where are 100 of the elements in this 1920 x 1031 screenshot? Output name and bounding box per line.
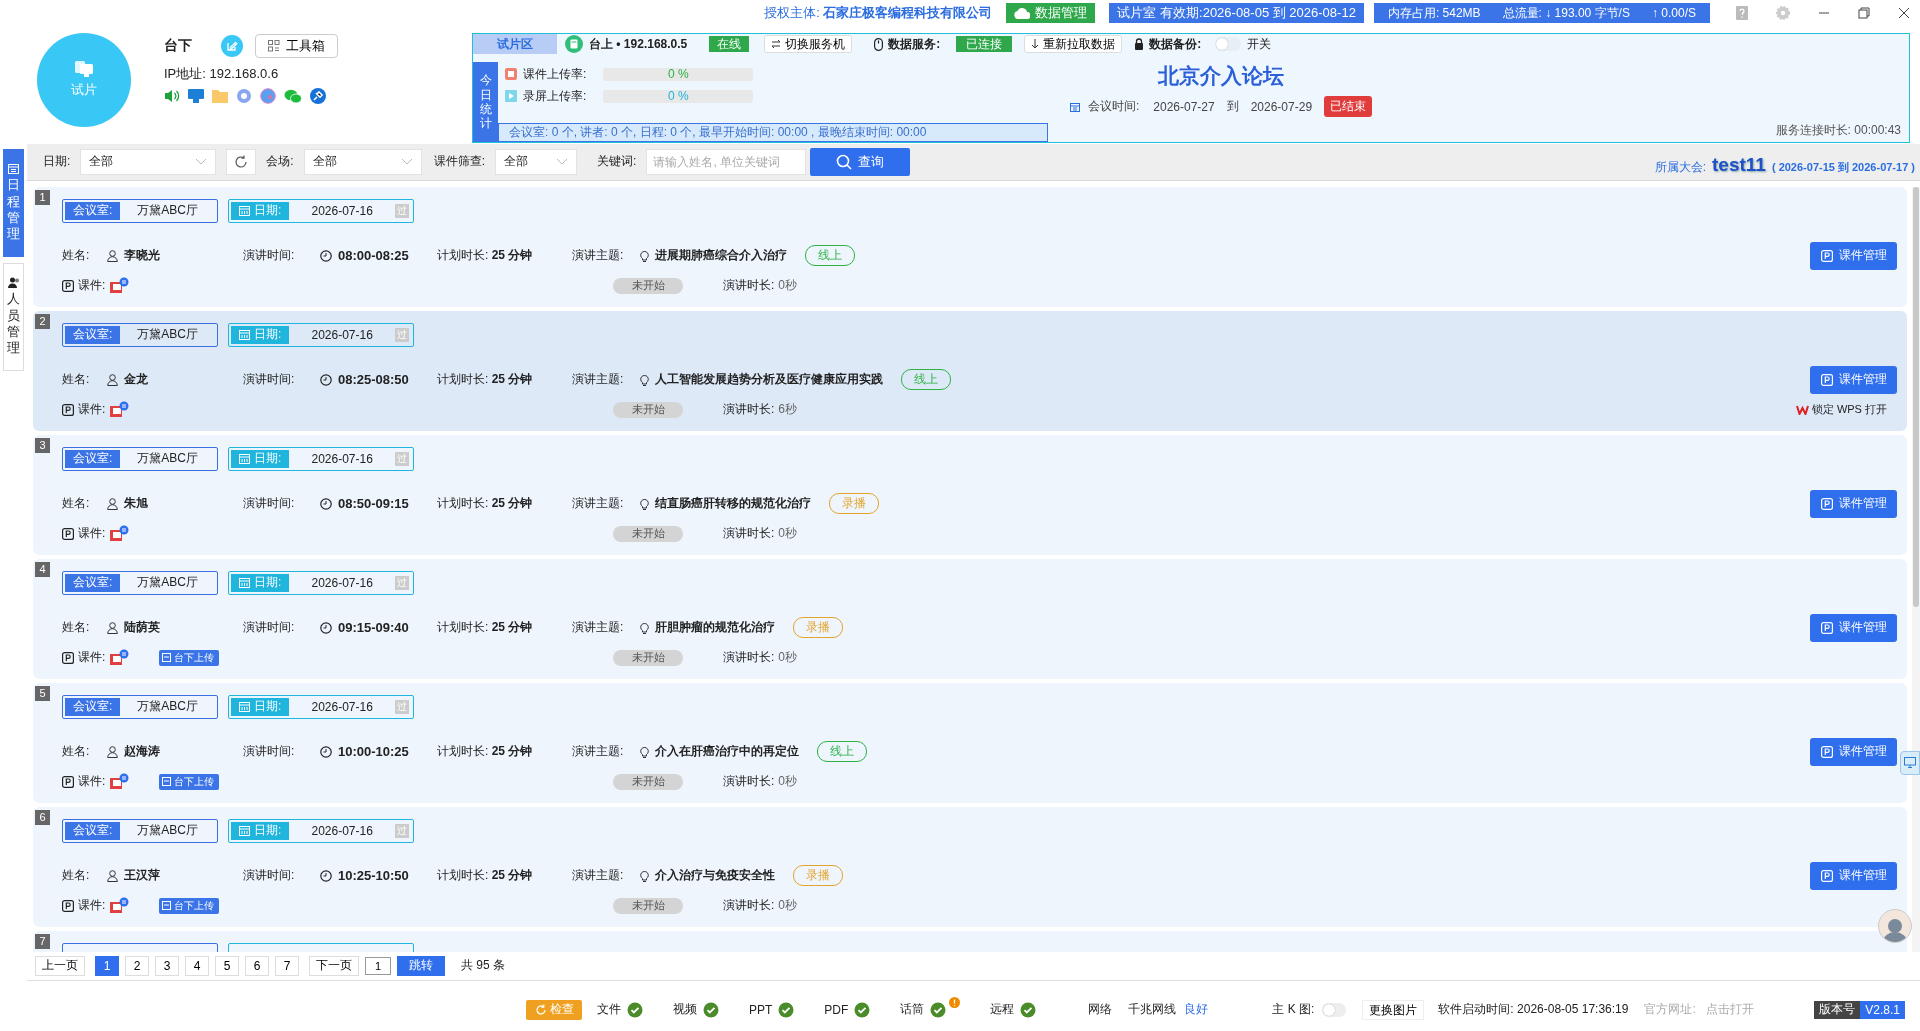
- tag-value: 2026-07-16: [310, 823, 374, 838]
- monitor-icon[interactable]: [188, 89, 204, 103]
- caret-icon: [195, 158, 208, 166]
- row-number: 3: [35, 437, 50, 453]
- time-label: 会议时间:: [1087, 98, 1140, 115]
- row-number: 6: [35, 809, 50, 825]
- screen-icon: [75, 61, 93, 77]
- filter-label: 会场:: [266, 153, 294, 171]
- bulb-icon: [640, 745, 649, 758]
- slides-icon[interactable]: [109, 277, 130, 295]
- slides-icon[interactable]: [109, 649, 130, 667]
- toggle-label: 开关: [1247, 35, 1272, 53]
- page-button[interactable]: 3: [155, 955, 179, 976]
- help-icon[interactable]: [1736, 6, 1748, 20]
- dropdown[interactable]: 全部: [495, 148, 578, 175]
- upload-tag: 台下上传: [159, 897, 220, 914]
- filter-label: 课件筛查:: [433, 153, 486, 171]
- page-button[interactable]: 1: [95, 955, 119, 976]
- traffic-up: ↑ 0.00/S: [1651, 6, 1696, 20]
- globe-icon[interactable]: [260, 88, 276, 104]
- switch-server-button[interactable]: 切换服务机: [764, 35, 853, 53]
- talk-time: 08:00-08:25: [338, 248, 409, 264]
- page-button[interactable]: 5: [215, 955, 239, 976]
- field-label: 演讲时间:: [243, 495, 296, 513]
- field-label: 演讲主题:: [572, 867, 625, 885]
- change-image-button[interactable]: 更换图片: [1362, 999, 1425, 1020]
- check-label: 文件: [597, 1001, 621, 1019]
- close-icon[interactable]: [1898, 7, 1910, 19]
- courseware-manage-button[interactable]: 课件管理: [1810, 737, 1897, 766]
- field-label: 演讲主题:: [572, 619, 625, 637]
- slides-icon[interactable]: [109, 525, 130, 543]
- field-label: 课件:: [78, 525, 106, 543]
- talk-topic: 介入在肝癌治疗中的再定位: [655, 743, 799, 761]
- p-icon: [1820, 621, 1833, 634]
- page-button[interactable]: 6: [245, 955, 269, 976]
- slides-icon[interactable]: [109, 773, 130, 791]
- screen-button[interactable]: [1900, 750, 1920, 775]
- field-label: 课件:: [78, 897, 106, 915]
- field-label: 演讲时长:: [723, 773, 775, 791]
- grid-icon: [268, 40, 280, 52]
- next-page-button[interactable]: 下一页: [309, 955, 359, 976]
- today-stats-label: 今日统计: [473, 62, 498, 142]
- field-label: 演讲时长:: [723, 277, 775, 295]
- refresh-button[interactable]: [226, 148, 257, 175]
- speaker-name: 金龙: [124, 371, 148, 389]
- courseware-manage-button[interactable]: 课件管理: [1810, 489, 1897, 518]
- courseware-manage-button[interactable]: 课件管理: [1810, 365, 1897, 394]
- speech-duration: 0秒: [778, 649, 798, 667]
- backup-toggle[interactable]: [1215, 37, 1242, 51]
- monitor-icon: [1904, 757, 1916, 769]
- field-label: 姓名:: [62, 867, 91, 885]
- speaker-icon[interactable]: [164, 89, 180, 103]
- page-button[interactable]: 4: [185, 955, 209, 976]
- upload-tag: 台下上传: [159, 649, 220, 666]
- data-service-label: 数据服务:: [888, 35, 941, 53]
- k-image-toggle[interactable]: [1322, 1002, 1347, 1017]
- rate-label: 录屏上传率:: [523, 87, 587, 105]
- tag-label: 会议室:: [65, 821, 121, 840]
- tag-value: 万黛ABC厅: [136, 574, 199, 592]
- talk-time: 09:15-09:40: [338, 620, 409, 636]
- bulb-icon: [640, 373, 649, 386]
- server-icon: [565, 35, 583, 53]
- tag-value: 2026-07-16: [310, 327, 374, 342]
- tag-label: 会议室:: [65, 697, 121, 716]
- toolbox-button[interactable]: 工具箱: [255, 34, 338, 58]
- slides-icon[interactable]: [109, 401, 130, 419]
- courseware-manage-button[interactable]: 课件管理: [1810, 861, 1897, 890]
- calendar-icon: [239, 329, 250, 341]
- dropdown[interactable]: 全部: [80, 148, 217, 175]
- chat-icon[interactable]: [284, 88, 302, 104]
- reload-data-button[interactable]: 重新拉取数据: [1024, 35, 1123, 53]
- tag-label: 会议室:: [65, 201, 121, 220]
- restore-icon[interactable]: [1858, 7, 1870, 19]
- prev-page-button[interactable]: 上一页: [35, 955, 85, 976]
- keyword-field[interactable]: 请输入姓名, 单位关键词: [646, 148, 807, 175]
- field-label: 姓名:: [62, 371, 91, 389]
- person-icon: [107, 373, 118, 386]
- edit-icon[interactable]: [221, 35, 243, 57]
- check-label: 视频: [673, 1001, 697, 1019]
- slides-icon[interactable]: [109, 897, 130, 915]
- tag-value: 万黛ABC厅: [136, 698, 199, 716]
- courseware-manage-button[interactable]: 课件管理: [1810, 241, 1897, 270]
- tag-value: 2026-07-16: [310, 699, 374, 714]
- p-icon: [62, 403, 74, 416]
- tag-label: 日期:: [254, 698, 282, 716]
- scrollbar[interactable]: [1912, 186, 1920, 952]
- mode-badge: 线上: [817, 741, 867, 763]
- side-tab[interactable]: 日程管理: [3, 148, 24, 257]
- jump-button[interactable]: 跳转: [397, 955, 445, 976]
- field-label: 演讲时间:: [243, 743, 296, 761]
- side-tab[interactable]: 人员管理: [3, 262, 24, 371]
- page-field[interactable]: 1: [365, 956, 391, 975]
- clock-icon: [320, 497, 332, 510]
- page-button[interactable]: 2: [125, 955, 149, 976]
- page-button[interactable]: 7: [275, 955, 299, 976]
- search-button[interactable]: 查询: [810, 147, 911, 176]
- calendar-icon: [239, 825, 250, 837]
- dropdown[interactable]: 全部: [303, 148, 422, 175]
- field-label: 演讲时间:: [243, 371, 296, 389]
- courseware-manage-button[interactable]: 课件管理: [1810, 613, 1897, 642]
